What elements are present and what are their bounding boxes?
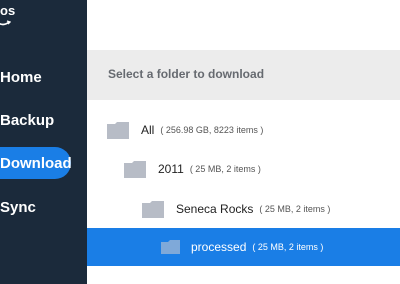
- sidebar-item-home[interactable]: Home: [0, 61, 42, 93]
- sidebar-item-label: Sync: [0, 198, 36, 216]
- folder-name: All: [141, 123, 155, 137]
- folder-name: Seneca Rocks: [176, 202, 254, 216]
- folder-meta: ( 25 MB, 2 items ): [189, 164, 261, 174]
- folder-row-seneca-rocks[interactable]: Seneca Rocks ( 25 MB, 2 items ): [87, 190, 400, 228]
- folder-row-all[interactable]: All ( 256.98 GB, 8223 items ): [87, 111, 400, 149]
- sidebar-item-label: Download: [0, 154, 72, 172]
- folder-icon: [161, 240, 180, 254]
- folder-icon: [142, 200, 164, 218]
- panel-header: Select a folder to download: [87, 50, 400, 100]
- page-title: Select a folder to download: [108, 67, 265, 81]
- folder-icon: [124, 160, 146, 178]
- sidebar-item-label: Backup: [0, 111, 55, 129]
- sidebar-item-backup[interactable]: Backup: [0, 104, 54, 136]
- folder-name: processed: [191, 240, 247, 254]
- folder-meta: ( 25 MB, 2 items ): [259, 204, 331, 214]
- sidebar-item-download[interactable]: Download: [0, 147, 72, 179]
- sidebar-item-sync[interactable]: Sync: [0, 191, 36, 223]
- folder-meta: ( 256.98 GB, 8223 items ): [160, 125, 264, 135]
- folder-meta: ( 25 MB, 2 items ): [252, 242, 324, 252]
- logo-text: os: [0, 3, 16, 18]
- folder-name: 2011: [158, 162, 184, 176]
- sidebar-item-label: Home: [0, 68, 42, 86]
- folder-icon: [107, 121, 129, 139]
- folder-row-2011[interactable]: 2011 ( 25 MB, 2 items ): [87, 150, 400, 188]
- download-panel: Select a folder to download All ( 256.98…: [87, 50, 400, 284]
- amazon-smile-icon: [0, 20, 11, 26]
- folder-row-processed[interactable]: processed ( 25 MB, 2 items ): [87, 228, 400, 266]
- app-logo: os: [0, 4, 15, 18]
- sidebar: os Home Backup Download Sync: [0, 0, 87, 284]
